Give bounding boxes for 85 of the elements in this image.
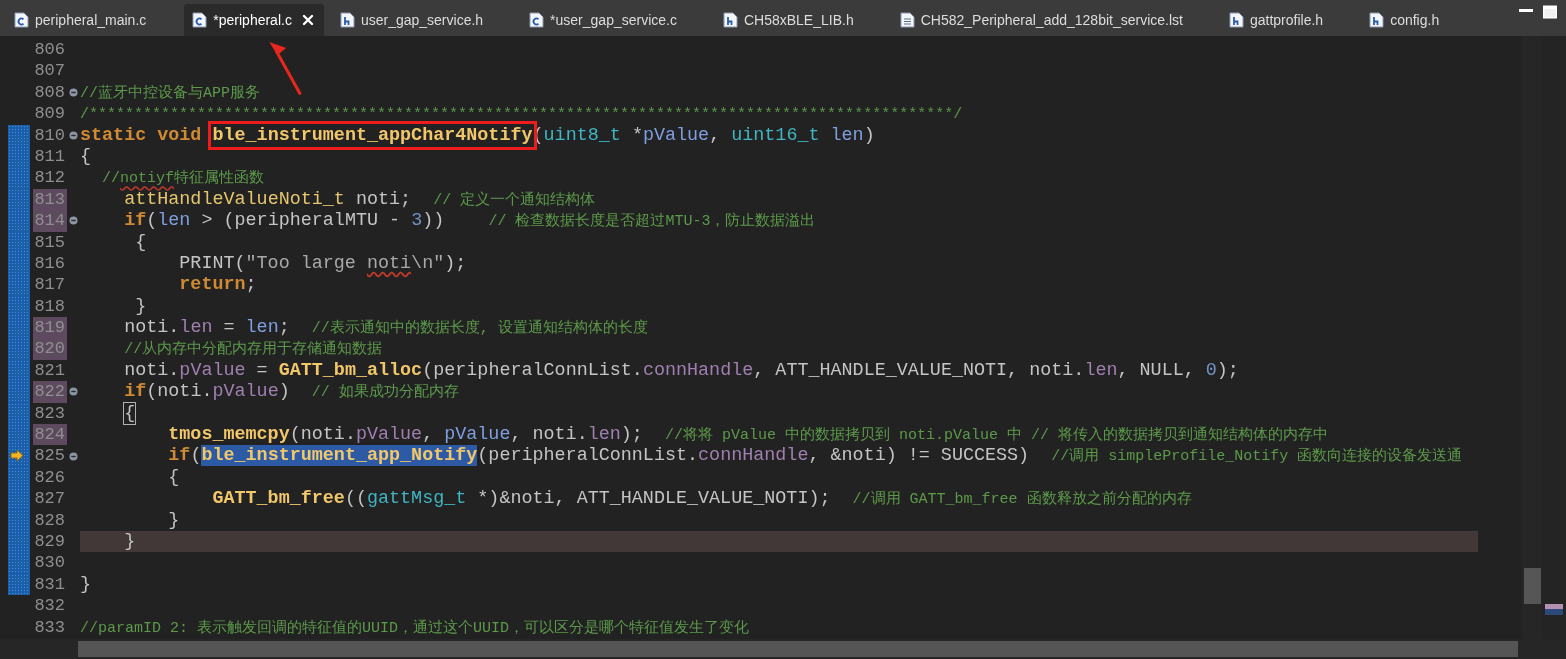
code-line: if(ble_instrument_app_Notify(peripheralConnList.connHandle, &noti) != SUCCESS) //调用 simpleProfile_Notify 函数向连接的设备发送通 bbox=[167, 445, 1464, 467]
code-line: attHandleValueNoti_t noti; // 定义一个通知结构体 bbox=[123, 188, 597, 211]
overview-marker bbox=[1545, 604, 1563, 615]
scrollbar-thumb[interactable] bbox=[78, 641, 1518, 657]
tab-label: CH582_Peripheral_add_128bit_service.lst bbox=[920, 12, 1183, 28]
code-line: { bbox=[123, 402, 137, 425]
line-number: 829 bbox=[33, 531, 66, 553]
text-file-icon bbox=[899, 12, 915, 28]
h-file-icon bbox=[1369, 12, 1385, 28]
code-line: } bbox=[167, 509, 181, 531]
line-number: 820 bbox=[33, 338, 67, 360]
c-file-icon bbox=[529, 12, 545, 28]
code-line: //paramID 2: 表示触发回调的特征值的UUID，通过这个UUID，可以区分是哪个特征值发生了变化 bbox=[80, 618, 751, 638]
line-number: 818 bbox=[33, 295, 66, 318]
fold-icon[interactable] bbox=[69, 387, 78, 397]
code-line: { bbox=[80, 145, 93, 168]
line-number: 825 bbox=[33, 445, 66, 467]
code-line: } bbox=[134, 295, 148, 318]
line-number: 826 bbox=[33, 466, 66, 489]
c-file-icon bbox=[192, 12, 208, 28]
line-number: 816 bbox=[33, 252, 66, 275]
editor-tab[interactable]: peripheral_main.c bbox=[6, 4, 185, 36]
editor-tab[interactable]: *peripheral.c bbox=[184, 4, 324, 36]
line-number: 831 bbox=[33, 573, 66, 596]
tab-label: config.h bbox=[1390, 12, 1440, 28]
line-number: 833 bbox=[33, 616, 66, 638]
line-number: 823 bbox=[33, 402, 66, 425]
line-number: 824 bbox=[33, 424, 67, 446]
line-number: 822 bbox=[33, 381, 67, 403]
line-number: 807 bbox=[33, 60, 66, 82]
code-line: GATT_bm_free((gattMsg_t *)&noti, ATT_HANDLE_VALUE_NOTI); //调用 GATT_bm_free 函数释放之前分配的内存 bbox=[211, 488, 1193, 510]
line-number: 819 bbox=[33, 317, 67, 339]
fold-icon[interactable] bbox=[69, 451, 78, 461]
line-number: 808 bbox=[33, 81, 66, 104]
line-number: 810 bbox=[33, 124, 66, 146]
editor-tab[interactable]: CH582_Peripheral_add_128bit_service.lst bbox=[891, 4, 1221, 36]
tab-label: gattprofile.h bbox=[1249, 12, 1324, 28]
code-line: /************************************************************************************************/ bbox=[80, 105, 964, 125]
tab-label: peripheral_main.c bbox=[35, 12, 147, 28]
editor-tab[interactable]: user_gap_service.h bbox=[331, 4, 522, 36]
line-number: 830 bbox=[33, 552, 66, 574]
fold-icon[interactable] bbox=[69, 216, 78, 226]
code-line: if(noti.pValue) // 如果成功分配内存 bbox=[123, 381, 460, 403]
line-number: 821 bbox=[33, 359, 66, 382]
line-number: 815 bbox=[33, 231, 66, 253]
code-line: if(len > (peripheralMTU - 3)) // 检查数据长度是否超过MTU-3，防止数据溢出 bbox=[123, 210, 817, 232]
editor-tab[interactable]: config.h bbox=[1361, 4, 1478, 36]
h-file-icon bbox=[722, 12, 738, 28]
line-number: 806 bbox=[33, 39, 66, 61]
editor-tab[interactable]: gattprofile.h bbox=[1220, 4, 1362, 36]
scrollbar-thumb[interactable] bbox=[1524, 568, 1541, 604]
code-line: return; bbox=[178, 274, 258, 296]
editor-tab[interactable]: *user_gap_service.c bbox=[521, 4, 715, 36]
editor-tab[interactable]: CH58xBLE_LIB.h bbox=[714, 4, 892, 36]
line-number: 812 bbox=[33, 167, 66, 189]
tab-label: user_gap_service.h bbox=[360, 12, 484, 28]
code-line: { bbox=[134, 231, 148, 253]
tab-label: CH58xBLE_LIB.h bbox=[743, 12, 854, 28]
maximize-icon[interactable] bbox=[1542, 4, 1558, 20]
c-file-icon bbox=[14, 12, 29, 28]
h-file-icon bbox=[339, 12, 355, 28]
code-line: noti.pValue = GATT_bm_alloc(peripheralConnList.connHandle, ATT_HANDLE_VALUE_NOTI, noti.len, NULL, 0); bbox=[123, 359, 1240, 382]
code-line: //从内存中分配内存用于存储通知数据 bbox=[123, 339, 384, 360]
h-file-icon bbox=[1228, 12, 1244, 28]
close-icon[interactable] bbox=[301, 14, 314, 26]
code-line: tmos_memcpy(noti.pValue, pValue, noti.len); //将将 pValue 中的数据拷贝到 noti.pValue 中 // 将传入的数据拷贝到通知结构体的内存中 bbox=[167, 424, 1329, 446]
line-number: 832 bbox=[33, 595, 66, 617]
code-line: noti.len = len; //表示通知中的数据长度, 设置通知结构体的长度 bbox=[123, 317, 649, 339]
tab-label: *user_gap_service.c bbox=[550, 12, 677, 28]
code-line: PRINT("Too large noti\n"); bbox=[178, 252, 468, 275]
line-number: 817 bbox=[33, 274, 66, 296]
code-line: } bbox=[80, 573, 93, 596]
code-line: //notiyf特征属性函数 bbox=[101, 169, 266, 189]
code-line: { bbox=[167, 466, 181, 489]
tab-label: *peripheral.c bbox=[213, 12, 292, 28]
line-number: 811 bbox=[33, 145, 66, 168]
line-number: 809 bbox=[33, 103, 66, 125]
annotation-arrow bbox=[269, 42, 302, 96]
line-number: 814 bbox=[33, 210, 67, 232]
line-number: 813 bbox=[33, 188, 67, 211]
fold-icon[interactable] bbox=[69, 130, 78, 140]
line-number: 828 bbox=[33, 509, 66, 531]
code-line: //蓝牙中控设备与APP服务 bbox=[80, 83, 261, 104]
fold-icon[interactable] bbox=[69, 87, 78, 97]
line-number: 827 bbox=[33, 488, 66, 510]
